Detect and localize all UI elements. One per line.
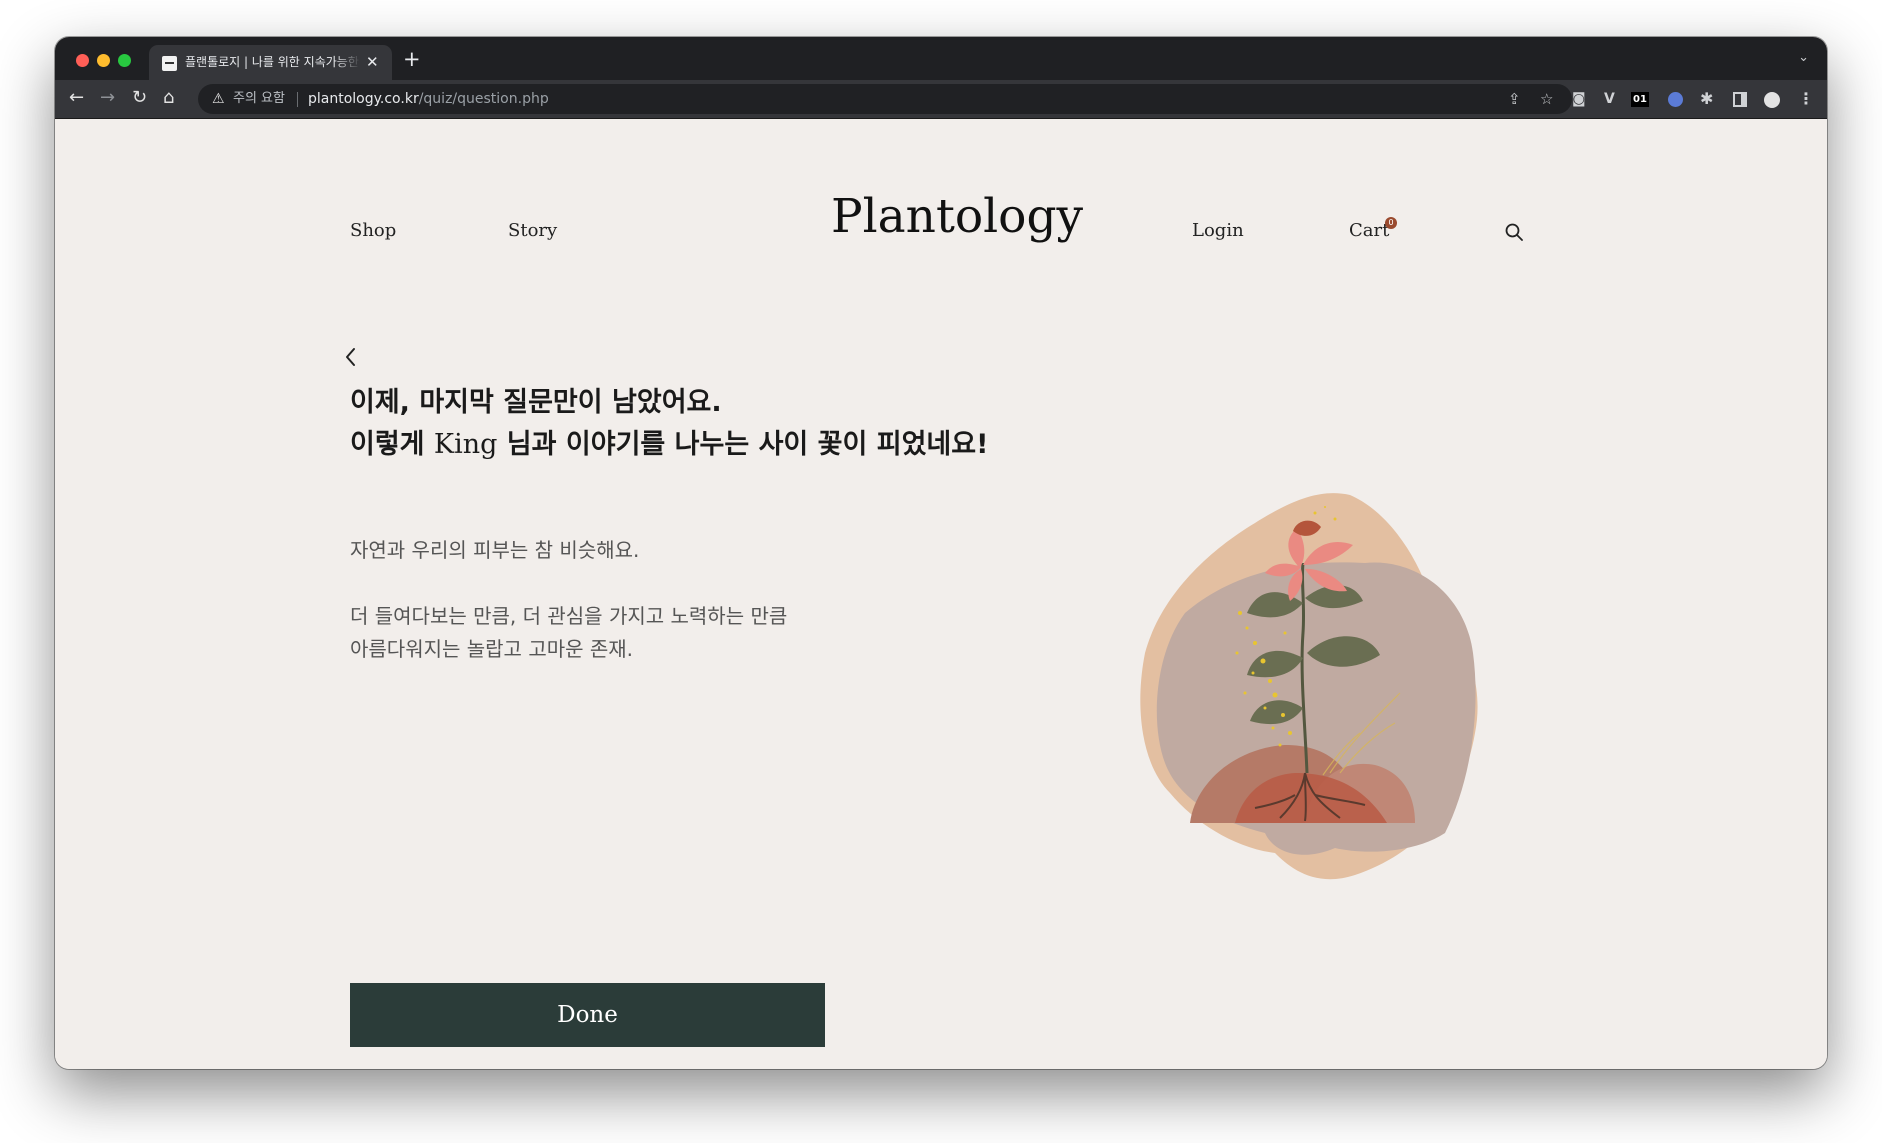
extension-01-badge[interactable]: 01	[1631, 92, 1649, 107]
warning-icon[interactable]: ⚠	[212, 90, 225, 108]
extension-globe-icon[interactable]	[1668, 92, 1683, 107]
plant-illustration	[1140, 493, 1478, 880]
heading-line-2: 이렇게 King 님과 이야기를 나누는 사이 꽃이 피었네요!	[350, 424, 1030, 466]
heading-prefix: 이렇게	[350, 429, 434, 460]
share-icon[interactable]: ⇪	[1508, 89, 1521, 109]
tab-title: 플랜톨로지 | 나를 위한 지속가능한 케어	[185, 55, 361, 69]
menu-kebab-icon[interactable]: ⋮	[1798, 90, 1814, 108]
browser-toolbar: ← → ↻ ⌂ ⚠ 주의 요함 plantology.co.kr/quiz/qu…	[55, 80, 1827, 119]
tab-close-button[interactable]: ✕	[366, 52, 379, 72]
reload-icon[interactable]: ↻	[132, 87, 147, 109]
tab-strip: 플랜톨로지 | 나를 위한 지속가능한 케어 ✕ + ⌄	[55, 37, 1827, 80]
maximize-window-button[interactable]	[118, 54, 131, 67]
forward-arrow-icon[interactable]: →	[100, 87, 115, 109]
security-status[interactable]: 주의 요함	[233, 91, 285, 107]
side-panel-icon[interactable]	[1733, 92, 1747, 107]
tab-search-chevron-icon[interactable]: ⌄	[1798, 50, 1809, 65]
nav-login[interactable]: Login	[1192, 220, 1244, 242]
chevron-left-icon[interactable]	[343, 346, 359, 368]
cart-count-badge: 0	[1385, 217, 1397, 229]
camera-icon[interactable]: ◙	[1572, 90, 1586, 108]
address-bar[interactable]: ⚠ 주의 요함 plantology.co.kr/quiz/question.p…	[198, 84, 1572, 114]
favicon-icon	[162, 56, 177, 71]
heading-suffix: 님과 이야기를 나누는 사이 꽃이 피었네요!	[497, 429, 989, 460]
url-text[interactable]: plantology.co.kr/quiz/question.php	[308, 91, 549, 107]
url-path: /quiz/question.php	[418, 91, 549, 107]
page-content: Shop Story Plantology Login Cart 0 이제, 마…	[55, 119, 1827, 1069]
search-icon[interactable]	[1505, 223, 1523, 241]
minimize-window-button[interactable]	[97, 54, 110, 67]
bookmark-star-icon[interactable]: ☆	[1540, 89, 1553, 109]
extension-v-icon[interactable]: V	[1604, 90, 1615, 108]
browser-window: 플랜톨로지 | 나를 위한 지속가능한 케어 ✕ + ⌄ ← → ↻ ⌂ ⚠ 주…	[55, 37, 1827, 1069]
heading-line-1: 이제, 마지막 질문만이 남았어요.	[350, 387, 722, 418]
address-divider	[297, 92, 298, 107]
extensions-puzzle-icon[interactable]: ✱	[1700, 90, 1713, 108]
home-icon[interactable]: ⌂	[163, 87, 174, 109]
quiz-heading: 이제, 마지막 질문만이 남았어요. 이렇게 King 님과 이야기를 나누는 …	[350, 382, 1030, 466]
browser-tab-active[interactable]: 플랜톨로지 | 나를 위한 지속가능한 케어 ✕	[149, 45, 392, 80]
close-window-button[interactable]	[76, 54, 89, 67]
new-tab-button[interactable]: +	[403, 47, 421, 71]
nav-story[interactable]: Story	[508, 220, 557, 242]
nav-shop[interactable]: Shop	[350, 220, 396, 242]
quiz-body-line-2: 더 들여다보는 만큼, 더 관심을 가지고 노력하는 만큼	[350, 604, 788, 628]
user-name: King	[433, 429, 498, 460]
profile-icon[interactable]	[1764, 92, 1780, 108]
quiz-body-line-3: 아름다워지는 놀랍고 고마운 존재.	[350, 637, 634, 661]
back-arrow-icon[interactable]: ←	[69, 87, 84, 109]
done-button[interactable]: Done	[350, 983, 825, 1047]
quiz-body-line-1: 자연과 우리의 피부는 참 비슷해요.	[350, 538, 640, 562]
nav-cart[interactable]: Cart	[1349, 220, 1389, 242]
url-host: plantology.co.kr	[308, 91, 419, 107]
site-logo[interactable]: Plantology	[831, 189, 1083, 245]
